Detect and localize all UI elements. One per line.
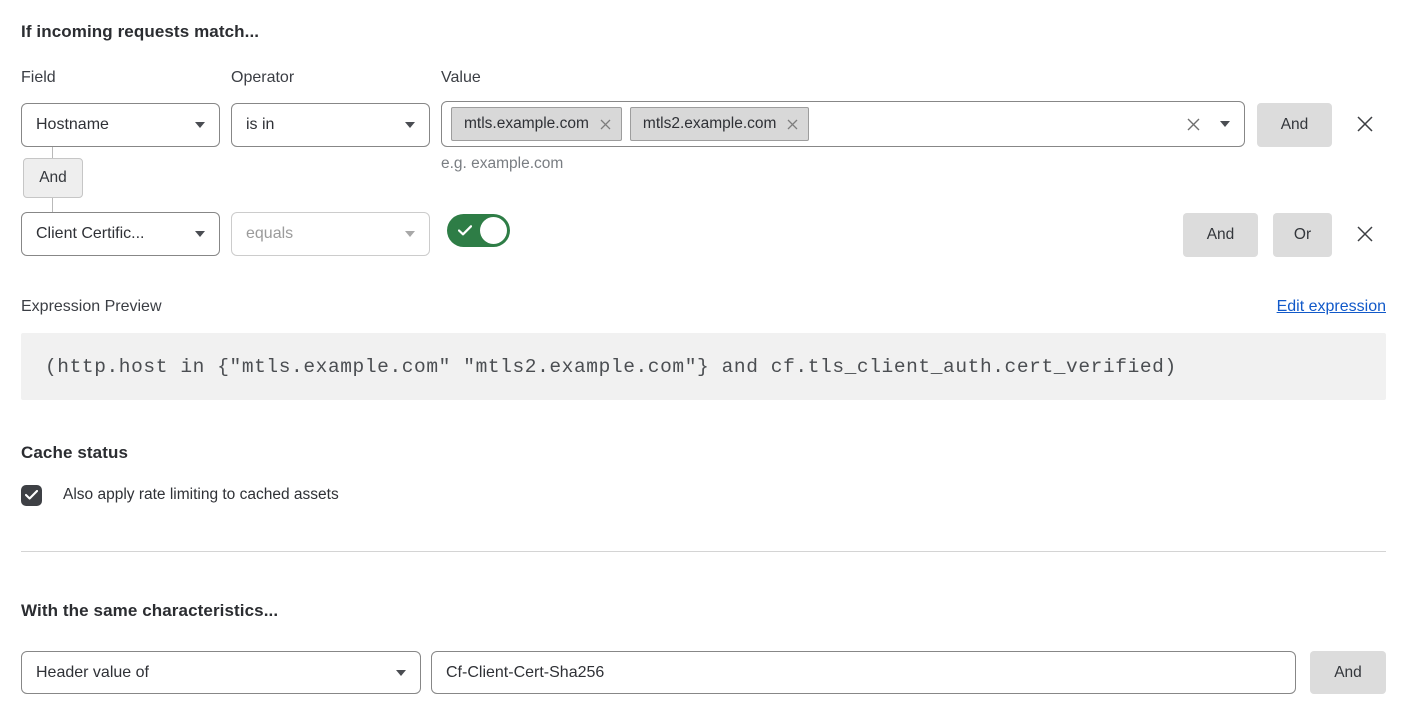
and-button-characteristics[interactable]: And xyxy=(1310,651,1386,694)
expression-code: (http.host in {"mtls.example.com" "mtls2… xyxy=(45,356,1177,378)
check-icon xyxy=(458,225,472,236)
chevron-down-icon xyxy=(405,231,415,237)
edit-expression-link[interactable]: Edit expression xyxy=(1277,298,1386,316)
field-select-row1[interactable]: Hostname xyxy=(21,103,220,147)
chevron-down-icon[interactable] xyxy=(1220,121,1230,127)
cache-status-title: Cache status xyxy=(21,443,128,463)
delete-condition-icon-row2[interactable] xyxy=(1354,223,1376,245)
clear-all-icon[interactable] xyxy=(1186,117,1201,132)
connector-and-chip[interactable]: And xyxy=(23,158,83,198)
field-column-label: Field xyxy=(21,69,56,87)
field-select-row2[interactable]: Client Certific... xyxy=(21,212,220,256)
operator-column-label: Operator xyxy=(231,69,294,87)
chevron-down-icon xyxy=(405,122,415,128)
chevron-down-icon xyxy=(195,231,205,237)
tag-remove-icon[interactable] xyxy=(787,119,798,130)
value-tag-text: mtls.example.com xyxy=(464,115,589,133)
characteristic-select[interactable]: Header value of xyxy=(21,651,421,694)
operator-select-row2-disabled: equals xyxy=(231,212,430,256)
expression-preview-label: Expression Preview xyxy=(21,298,162,316)
header-name-input[interactable] xyxy=(431,651,1296,694)
expression-code-block: (http.host in {"mtls.example.com" "mtls2… xyxy=(21,333,1386,400)
cached-assets-checkbox[interactable] xyxy=(21,485,42,506)
chevron-down-icon xyxy=(195,122,205,128)
toggle-knob xyxy=(480,217,507,244)
characteristics-title: With the same characteristics... xyxy=(21,601,278,621)
operator-select-row2-value: equals xyxy=(246,225,293,243)
field-select-row1-value: Hostname xyxy=(36,116,109,134)
value-column-label: Value xyxy=(441,69,481,87)
match-section-title: If incoming requests match... xyxy=(21,22,259,42)
value-tag-text: mtls2.example.com xyxy=(643,115,777,133)
tag-remove-icon[interactable] xyxy=(600,119,611,130)
operator-select-row1[interactable]: is in xyxy=(231,103,430,147)
cached-assets-checkbox-label: Also apply rate limiting to cached asset… xyxy=(63,486,339,504)
characteristic-select-value: Header value of xyxy=(36,664,149,682)
delete-condition-icon-row1[interactable] xyxy=(1354,113,1376,135)
cert-verified-toggle[interactable] xyxy=(447,214,510,247)
value-tag: mtls2.example.com xyxy=(630,107,810,141)
check-icon xyxy=(25,487,38,505)
and-button-row2[interactable]: And xyxy=(1183,213,1258,257)
and-button-row1[interactable]: And xyxy=(1257,103,1332,147)
section-divider xyxy=(21,551,1386,552)
field-select-row2-value: Client Certific... xyxy=(36,225,144,243)
value-tag: mtls.example.com xyxy=(451,107,622,141)
operator-select-row1-value: is in xyxy=(246,116,274,134)
value-helper-text: e.g. example.com xyxy=(441,155,563,173)
chevron-down-icon xyxy=(396,670,406,676)
value-multiselect-row1[interactable]: mtls.example.com mtls2.example.com xyxy=(441,101,1245,147)
or-button-row2[interactable]: Or xyxy=(1273,213,1332,257)
